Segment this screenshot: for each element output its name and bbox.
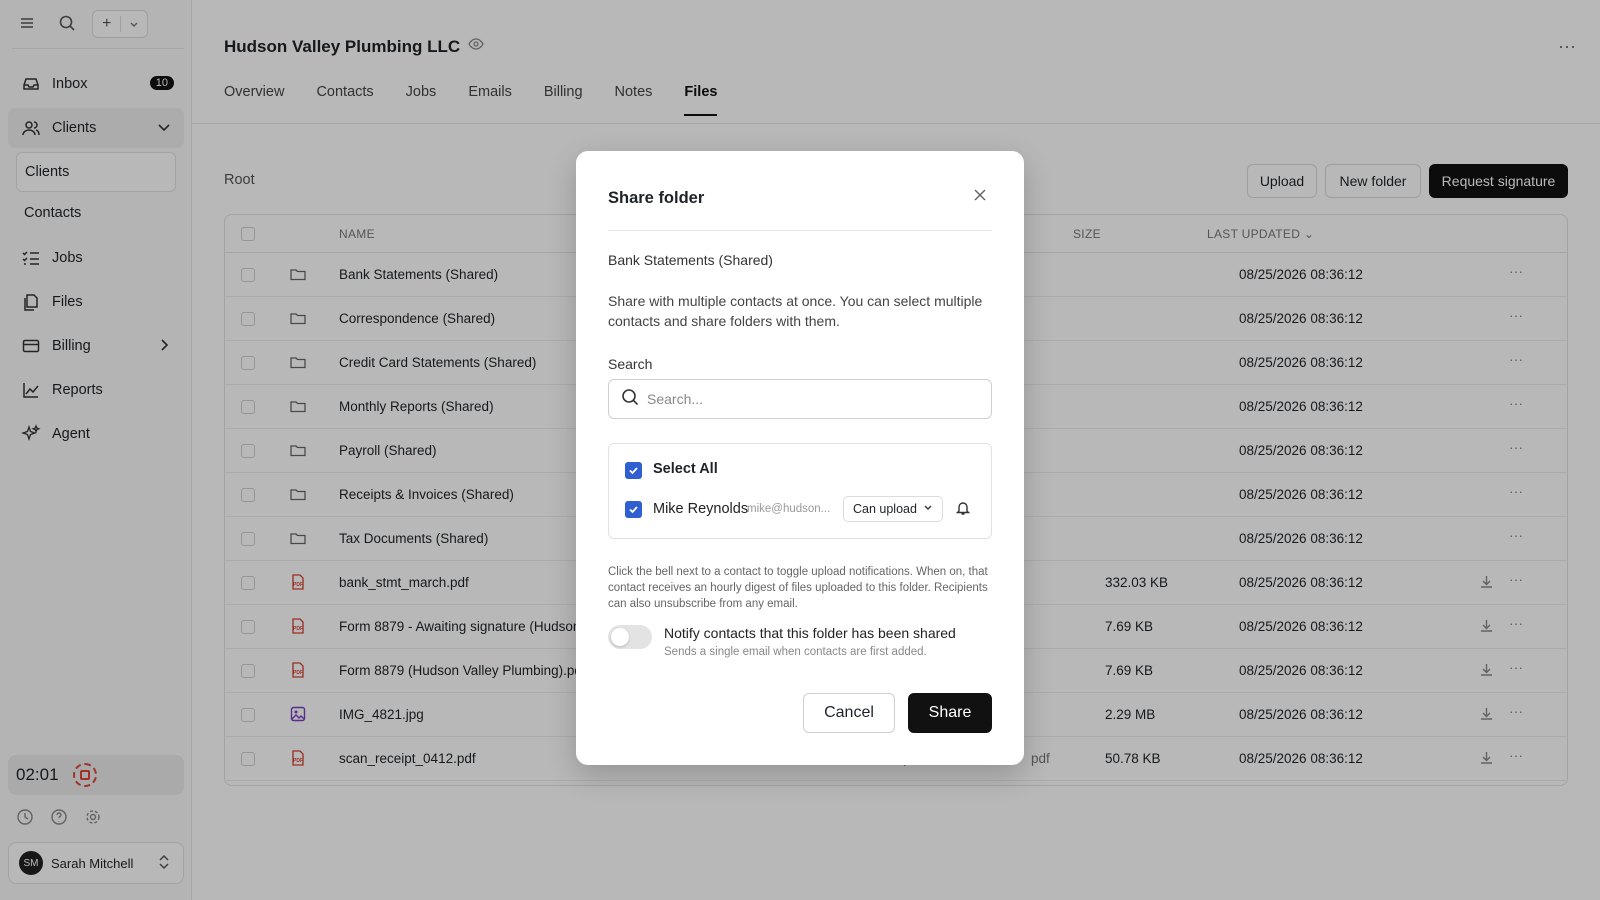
share-folder-dialog: Share folder Bank Statements (Shared) Sh… [576,151,1024,765]
notify-subtext: Sends a single email when contacts are f… [664,646,927,658]
permission-select[interactable]: Can upload [843,496,943,522]
close-icon[interactable] [972,187,988,208]
search-icon [621,388,639,411]
chevron-down-icon [922,501,934,516]
notify-toggle[interactable] [608,625,652,649]
contact-name: Mike Reynolds [653,501,749,517]
contact-email: mike@hudson... [747,503,831,515]
select-all-label: Select All [653,461,718,477]
contact-list: Select All Mike Reynolds mike@hudson... … [608,443,992,539]
notify-label: Notify contacts that this folder has bee… [664,625,956,641]
search-label: Search [608,356,653,372]
permission-value: Can upload [853,502,917,516]
share-button[interactable]: Share [908,693,992,733]
search-field[interactable] [608,379,992,419]
select-all-checkbox[interactable] [625,462,642,479]
search-input[interactable] [647,391,967,407]
divider [608,230,992,231]
notification-help-text: Click the bell next to a contact to togg… [608,566,988,610]
cancel-button[interactable]: Cancel [803,693,895,733]
folder-name: Bank Statements (Shared) [608,252,773,268]
bell-icon[interactable] [955,500,971,521]
dialog-description: Share with multiple contacts at once. Yo… [608,293,983,329]
toggle-knob [611,628,629,646]
contact-checkbox[interactable] [625,501,642,518]
dialog-title: Share folder [608,189,705,207]
